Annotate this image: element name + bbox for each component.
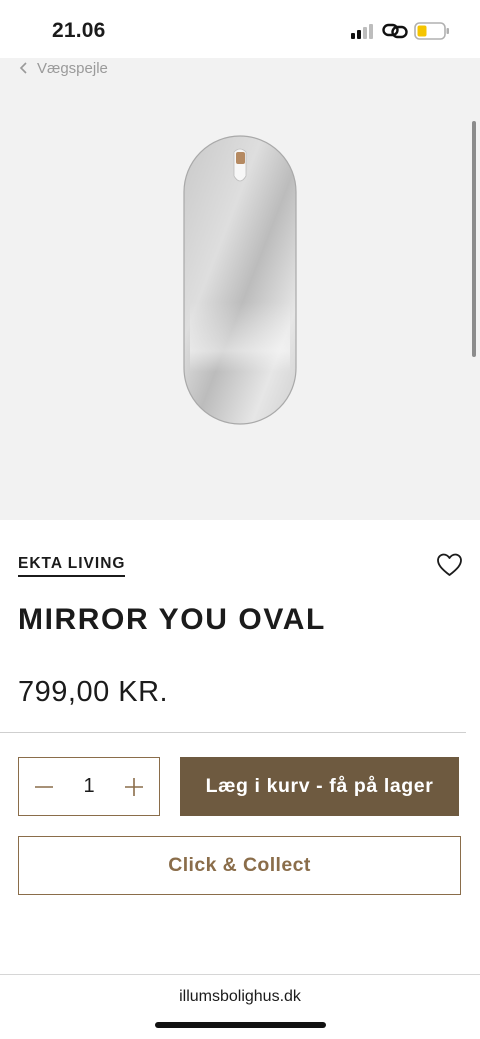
browser-bar-divider: [0, 974, 480, 975]
add-to-cart-button[interactable]: Læg i kurv - få på lager: [180, 757, 459, 816]
breadcrumb-label: Vægspejle: [37, 59, 108, 77]
address-bar[interactable]: illumsbolighus.dk: [0, 988, 480, 1006]
quantity-decrement-button[interactable]: [31, 774, 57, 800]
quantity-stepper: 1: [18, 757, 160, 816]
quantity-value[interactable]: 1: [83, 775, 94, 798]
chevron-left-icon: [19, 62, 27, 74]
divider: [0, 732, 466, 733]
status-bar: 21.06: [0, 0, 480, 58]
plus-icon: [125, 777, 143, 796]
brand-link[interactable]: EKTA LIVING: [18, 555, 126, 577]
product-title: MIRROR YOU OVAL: [18, 603, 326, 636]
battery-low-icon: [414, 22, 449, 40]
cellular-signal-icon: [351, 24, 373, 39]
heart-icon[interactable]: [436, 552, 463, 578]
oval-mirror-image: [183, 135, 297, 425]
product-price: 799,00 KR.: [18, 676, 169, 708]
breadcrumb-back-link[interactable]: Vægspejle: [19, 59, 108, 77]
link-icon: [382, 23, 408, 39]
quantity-increment-button[interactable]: [121, 774, 147, 800]
status-time: 21.06: [52, 19, 106, 42]
click-and-collect-button[interactable]: Click & Collect: [18, 836, 461, 895]
minus-icon: [35, 785, 53, 788]
image-scrollbar[interactable]: [472, 121, 476, 357]
home-indicator[interactable]: [155, 1022, 326, 1028]
